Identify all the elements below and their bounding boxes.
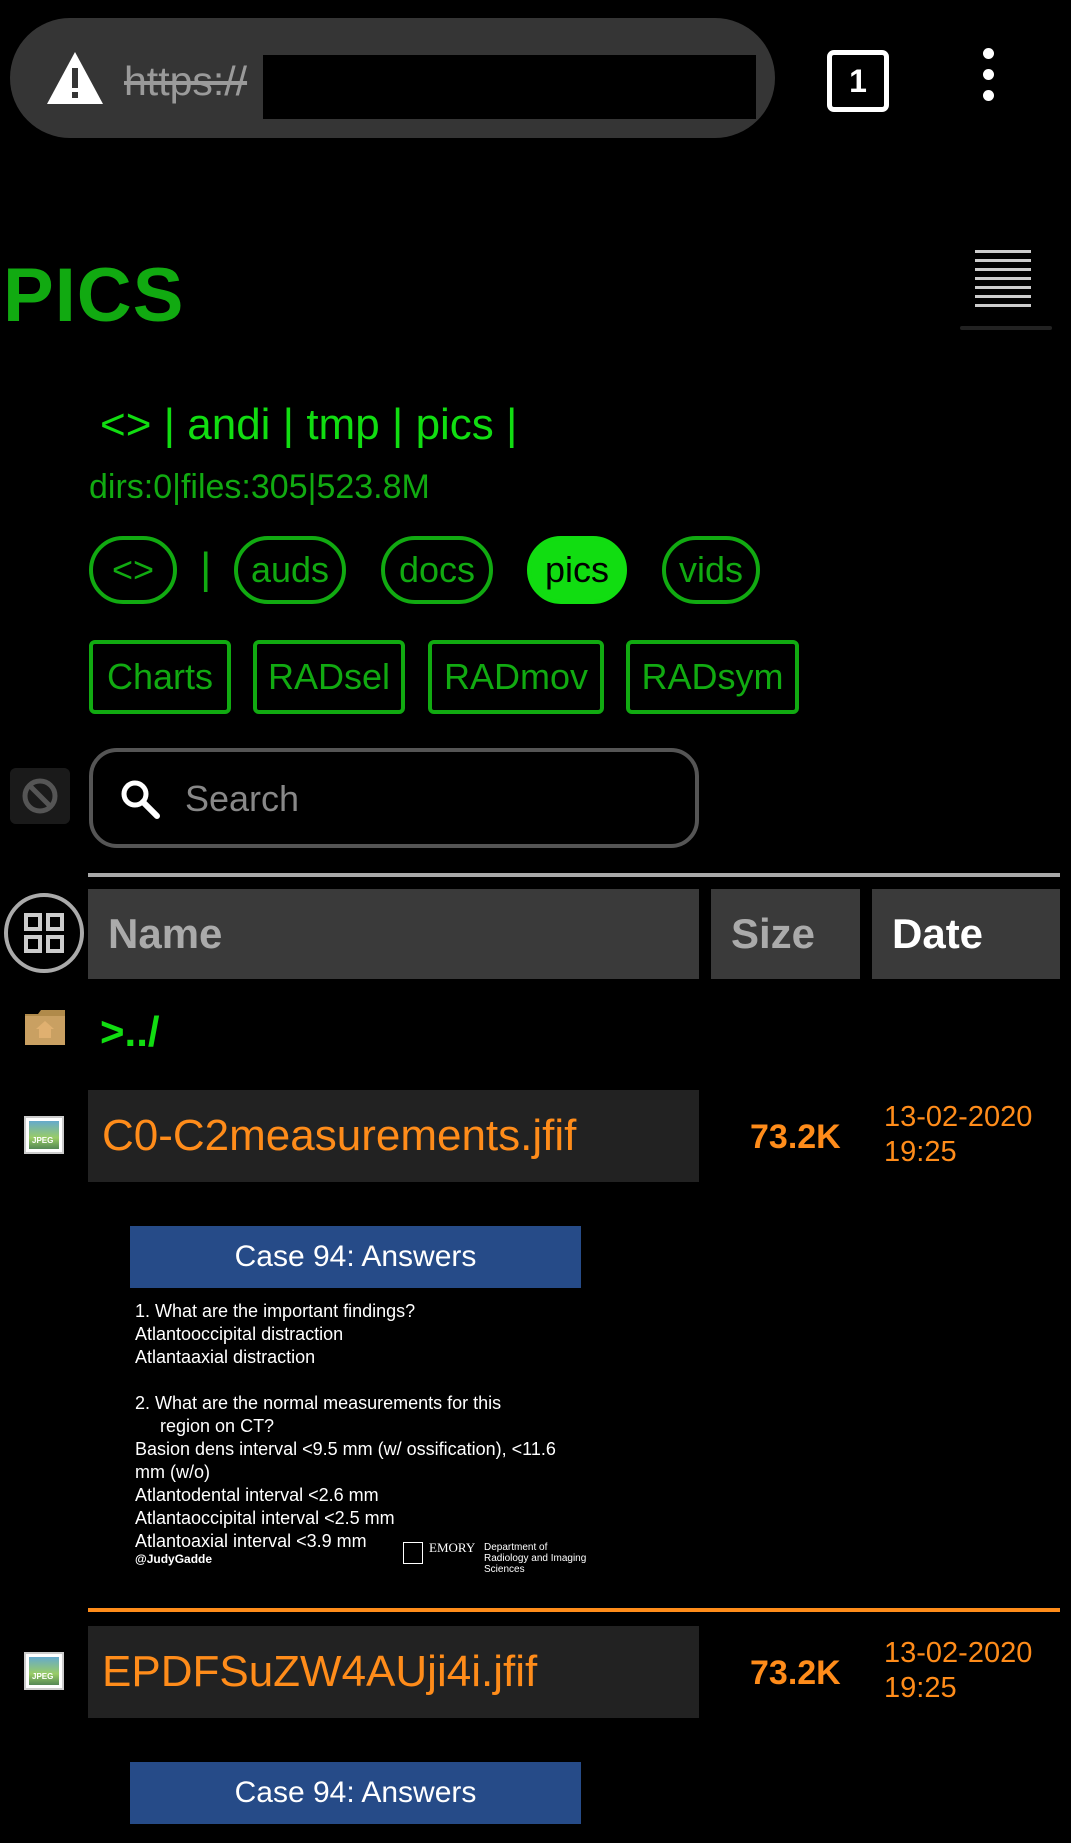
url-text[interactable]: https:// (124, 58, 247, 105)
nav-pill-auds[interactable]: auds (234, 536, 346, 604)
file-size: 73.2K (750, 1654, 841, 1692)
parent-dir-link[interactable]: >../ (100, 1008, 160, 1056)
clear-filter-icon[interactable] (10, 768, 70, 824)
thumbnail-line: Atlantaaxial distraction (135, 1347, 316, 1367)
charts-button[interactable]: Charts (89, 640, 231, 714)
thumbnail-line: Atlantooccipital distraction (135, 1324, 344, 1344)
grid-icon (24, 913, 64, 953)
tab-switcher-button[interactable]: 1 (827, 50, 889, 112)
file-date-time: 19:25 (884, 1672, 957, 1704)
nav-separator: | (200, 544, 212, 593)
page-title: PICS (3, 253, 185, 338)
grid-view-button[interactable] (4, 893, 84, 973)
warning-icon (47, 52, 103, 104)
jpeg-file-icon: JPEG (24, 1652, 64, 1690)
thumbnail-line: mm (w/o) (135, 1462, 210, 1482)
search-box[interactable] (89, 748, 699, 848)
thumbnail-line: 1. What are the important findings? (135, 1301, 416, 1321)
radsel-button[interactable]: RADsel (253, 640, 405, 714)
thumbnail-heading: Case 94: Answers (130, 1762, 581, 1824)
crest-icon (403, 1542, 423, 1564)
thumbnail-text: 1. What are the important findings? Atla… (135, 1300, 595, 1553)
file-date-time: 19:25 (884, 1136, 957, 1168)
column-header-name[interactable]: Name (88, 889, 699, 979)
dir-stats: dirs:0|files:305|523.8M (89, 468, 430, 506)
breadcrumb[interactable]: <> | andi | tmp | pics | (100, 400, 517, 450)
thumbnail-dept: Department of Radiology and Imaging Scie… (484, 1542, 587, 1575)
thumbnail-heading: Case 94: Answers (130, 1226, 581, 1288)
thumbnail-line: region on CT? (135, 1416, 275, 1436)
nav-pill-docs[interactable]: docs (381, 536, 493, 604)
file-name-link[interactable]: EPDFSuZW4AUji4i.jfif (88, 1626, 699, 1718)
thumbnail-credit: @JudyGadde (135, 1552, 213, 1566)
search-icon (121, 780, 160, 819)
file-thumbnail[interactable]: Case 94: Answers 1. What are the importa… (130, 1226, 604, 1588)
search-input[interactable] (183, 766, 677, 832)
thumbnail-org: EMORY (429, 1540, 476, 1555)
column-header-size[interactable]: Size (711, 889, 860, 979)
file-divider (88, 1608, 1060, 1612)
file-date-day: 13-02-2020 (884, 1101, 1033, 1133)
file-date: 13-02-2020 19:25 (884, 1636, 1064, 1706)
more-menu-icon[interactable] (975, 48, 1001, 108)
menu-shadow (960, 326, 1052, 330)
nav-pill-root[interactable]: <> (89, 536, 177, 604)
nav-pill-vids[interactable]: vids (662, 536, 760, 604)
jpeg-file-icon: JPEG (24, 1116, 64, 1154)
thumbnail-line: 2. What are the normal measurements for … (135, 1393, 502, 1413)
thumbnail-line: Atlantaoccipital interval <2.5 mm (135, 1508, 395, 1528)
thumbnail-line: Basion dens interval <9.5 mm (w/ ossific… (135, 1439, 556, 1459)
url-redacted (263, 55, 756, 119)
menu-icon[interactable] (975, 250, 1031, 314)
radsym-button[interactable]: RADsym (626, 640, 799, 714)
file-name-link[interactable]: C0-C2measurements.jfif (88, 1090, 699, 1182)
file-size: 73.2K (750, 1118, 841, 1156)
folder-home-icon (25, 1010, 65, 1045)
column-header-date[interactable]: Date (872, 889, 1060, 979)
file-thumbnail[interactable]: Case 94: Answers (130, 1762, 604, 1843)
file-date: 13-02-2020 19:25 (884, 1100, 1064, 1170)
thumbnail-logo: EMORY Department of Radiology and Imagin… (403, 1540, 594, 1575)
file-date-day: 13-02-2020 (884, 1637, 1033, 1669)
table-divider (88, 873, 1060, 877)
radmov-button[interactable]: RADmov (428, 640, 604, 714)
thumbnail-line: Atlantodental interval <2.6 mm (135, 1485, 379, 1505)
nav-pill-pics[interactable]: pics (527, 536, 627, 604)
